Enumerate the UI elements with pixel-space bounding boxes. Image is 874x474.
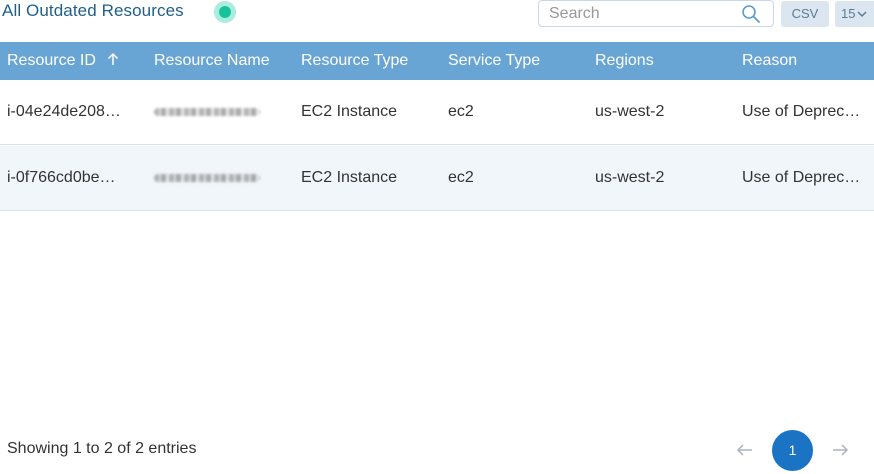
page-title: All Outdated Resources — [2, 1, 184, 20]
column-header-label: Resource ID — [7, 52, 96, 69]
cell-region: us-west-2 — [595, 103, 665, 120]
table-row[interactable]: i-04e24de208… EC2 Instance ec2 us-west-2… — [0, 80, 874, 145]
cell-resource-type: EC2 Instance — [301, 103, 398, 120]
entries-info: Showing 1 to 2 of 2 entries — [7, 440, 197, 457]
column-header-service-type[interactable]: Service Type — [448, 42, 540, 80]
cell-service-type: ec2 — [448, 169, 474, 186]
cell-reason: Use of Deprec… — [742, 169, 861, 186]
search-box[interactable] — [538, 0, 774, 27]
column-header-resource-name[interactable]: Resource Name — [154, 42, 270, 80]
chevron-down-icon — [857, 11, 867, 18]
cell-region: us-west-2 — [595, 169, 665, 186]
table-row[interactable]: i-0f766cd0be… EC2 Instance ec2 us-west-2… — [0, 146, 874, 211]
column-header-resource-type[interactable]: Resource Type — [301, 42, 408, 80]
cell-service-type: ec2 — [448, 103, 474, 120]
page-size-value: 15 — [841, 6, 856, 21]
cell-resource-id: i-04e24de208… — [7, 103, 121, 120]
csv-export-button[interactable]: CSV — [781, 1, 829, 27]
redacted-resource-name — [154, 174, 260, 182]
sort-up-icon — [107, 52, 118, 65]
page-button-current[interactable]: 1 — [772, 430, 813, 471]
cell-resource-id: i-0f766cd0be… — [7, 169, 116, 186]
status-dot-icon — [214, 1, 236, 23]
arrow-right-icon[interactable] — [831, 441, 849, 459]
arrow-left-icon[interactable] — [736, 441, 754, 459]
column-header-resource-id[interactable]: Resource ID — [7, 42, 120, 80]
table-header: Resource ID Resource Name Resource Type … — [0, 42, 874, 80]
search-icon[interactable] — [741, 4, 761, 24]
page-size-select[interactable]: 15 — [835, 1, 874, 27]
redacted-resource-name — [154, 108, 260, 116]
cell-reason: Use of Deprec… — [742, 103, 861, 120]
cell-resource-type: EC2 Instance — [301, 169, 398, 186]
column-header-reason[interactable]: Reason — [742, 42, 797, 80]
search-input[interactable] — [539, 1, 744, 26]
toolbar: All Outdated Resources CSV 15 — [0, 0, 874, 42]
column-header-regions[interactable]: Regions — [595, 42, 654, 80]
